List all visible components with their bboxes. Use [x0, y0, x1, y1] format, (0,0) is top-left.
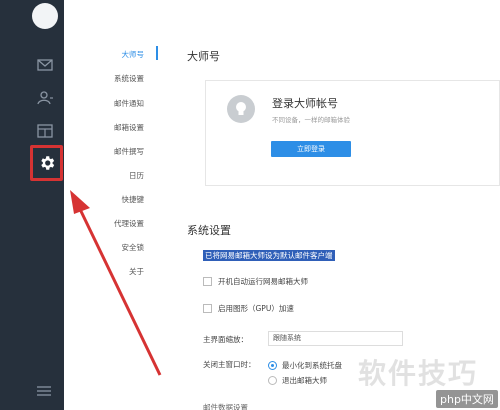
gpu-checkbox[interactable]: [203, 304, 212, 313]
master-section-title: 大师号: [187, 50, 220, 63]
nav-item-security-lock[interactable]: 安全锁: [122, 242, 145, 253]
nav-item-proxy[interactable]: 代理设置: [114, 218, 144, 229]
nav-item-system[interactable]: 系统设置: [114, 73, 144, 84]
master-login-card: 登录大师帐号 不同设备，一样的邮箱体验 立即登录: [205, 80, 500, 186]
minimize-label: 最小化到系统托盘: [282, 361, 342, 370]
nav-item-compose[interactable]: 邮件撰写: [114, 146, 144, 157]
system-section-title: 系统设置: [187, 224, 231, 237]
watermark-text: 软件技巧: [358, 357, 479, 390]
auto-start-label: 开机自动运行网易邮箱大师: [218, 277, 308, 286]
default-client-status: 已将网易邮箱大师设为默认邮件客户端: [203, 250, 335, 261]
nav-item-mailbox[interactable]: 邮箱设置: [114, 122, 144, 133]
nav-item-calendar[interactable]: 日历: [129, 170, 144, 181]
app-logo[interactable]: [32, 3, 58, 29]
close-option-exit[interactable]: 退出邮箱大师: [268, 375, 327, 386]
auto-start-checkbox[interactable]: [203, 277, 212, 286]
zoom-select[interactable]: 跟随系统: [268, 331, 403, 346]
login-button[interactable]: 立即登录: [271, 141, 351, 157]
app-rail: [0, 0, 64, 410]
exit-radio[interactable]: [268, 376, 277, 385]
settings-highlight-box: [30, 145, 63, 181]
close-window-label: 关闭主窗口时：: [203, 360, 256, 369]
nav-item-about[interactable]: 关于: [129, 266, 144, 277]
minimize-radio[interactable]: [268, 361, 277, 370]
watermark-php: php中文网: [436, 390, 498, 408]
nav-active-indicator: [156, 46, 158, 60]
card-title: 登录大师帐号: [272, 97, 338, 110]
nav-item-shortcuts[interactable]: 快捷键: [122, 194, 145, 205]
menu-icon[interactable]: [36, 382, 52, 396]
calendar-icon[interactable]: [34, 120, 56, 142]
close-option-minimize[interactable]: 最小化到系统托盘: [268, 360, 342, 371]
nav-item-master[interactable]: 大师号: [122, 49, 145, 60]
gpu-label: 启用图形（GPU）加速: [218, 304, 294, 313]
more-settings-label: 邮件数据设置: [203, 403, 248, 410]
nav-item-notification[interactable]: 邮件通知: [114, 98, 144, 109]
card-subtitle: 不同设备，一样的邮箱体验: [272, 116, 350, 124]
zoom-label: 主界面缩放：: [203, 335, 248, 344]
mail-icon[interactable]: [34, 54, 56, 76]
avatar: [227, 95, 255, 123]
settings-nav: 大师号 系统设置 邮件通知 邮箱设置 邮件撰写 日历 快捷键 代理设置 安全锁 …: [64, 0, 164, 410]
gpu-row[interactable]: 启用图形（GPU）加速: [203, 303, 294, 314]
exit-label: 退出邮箱大师: [282, 376, 327, 385]
contacts-icon[interactable]: [34, 87, 56, 109]
auto-start-row[interactable]: 开机自动运行网易邮箱大师: [203, 276, 308, 287]
gear-icon[interactable]: [38, 154, 56, 172]
